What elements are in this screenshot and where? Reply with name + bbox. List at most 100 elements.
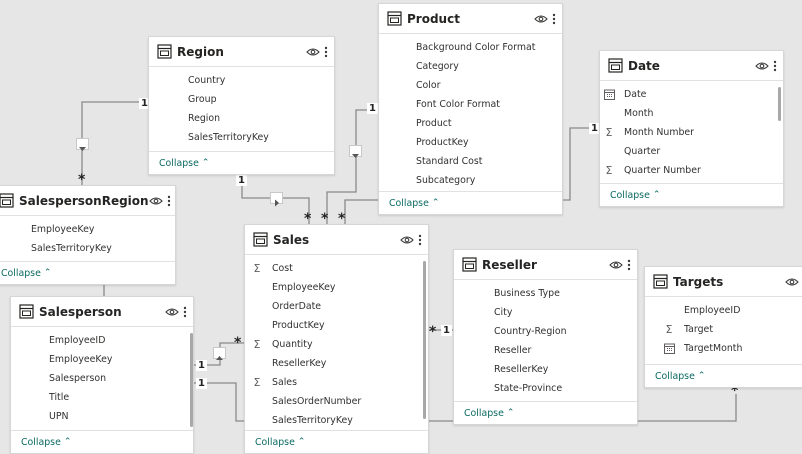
table-header[interactable]: Reseller	[454, 250, 637, 280]
collapse-link[interactable]: Collapse ⌃	[11, 430, 193, 453]
field-row[interactable]: Month	[600, 104, 783, 123]
visibility-eye-icon[interactable]	[755, 61, 773, 71]
table-header[interactable]: Salesperson	[11, 297, 193, 327]
field-row[interactable]: Country	[149, 71, 334, 90]
field-row[interactable]: Country-Region	[454, 322, 637, 341]
scrollbar-thumb[interactable]	[423, 261, 426, 419]
more-options-icon[interactable]	[167, 195, 171, 207]
scrollbar-thumb[interactable]	[778, 87, 781, 121]
chevron-up-icon: ⌃	[652, 190, 661, 200]
field-name: EmployeeKey	[49, 354, 113, 365]
table-card-product[interactable]: Product Background Color Format Category Co…	[378, 3, 563, 215]
field-row[interactable]: Σ Cost	[245, 259, 428, 278]
field-row[interactable]: Color	[379, 76, 562, 95]
field-row[interactable]: Σ Month Number	[600, 123, 783, 142]
cardinality-one: 1	[196, 360, 207, 371]
field-row[interactable]: EmployeeKey	[11, 350, 193, 369]
visibility-eye-icon[interactable]	[400, 235, 418, 245]
field-row[interactable]: Business Type	[454, 284, 637, 303]
field-row[interactable]: Category	[379, 57, 562, 76]
field-row[interactable]: Quarter	[600, 142, 783, 161]
field-row[interactable]: State-Province	[454, 379, 637, 398]
table-card-salesperson-region[interactable]: SalespersonRegion EmployeeKey SalesTerrito…	[0, 185, 176, 285]
field-name: Font Color Format	[416, 99, 500, 110]
field-row[interactable]: Σ Sales	[245, 373, 428, 392]
field-row[interactable]: SalesTerritoryKey	[0, 239, 175, 258]
table-card-region[interactable]: Region Country Group Region SalesTerritoryKe…	[148, 36, 335, 175]
more-options-icon[interactable]	[773, 60, 777, 72]
field-row[interactable]: SalesTerritoryKey	[245, 411, 428, 430]
field-row[interactable]: Subcategory	[379, 171, 562, 190]
field-row[interactable]: EmployeeKey	[245, 278, 428, 297]
table-title: SalespersonRegion	[19, 193, 149, 208]
field-row[interactable]: Font Color Format	[379, 95, 562, 114]
field-row[interactable]: Reseller	[454, 341, 637, 360]
field-row[interactable]: TargetMonth	[645, 339, 802, 358]
more-options-icon[interactable]	[324, 46, 328, 58]
table-card-reseller[interactable]: Reseller Business Type City Country-Region R…	[453, 249, 638, 425]
table-header[interactable]: SalespersonRegion	[0, 186, 175, 216]
field-row[interactable]: Product	[379, 114, 562, 133]
visibility-eye-icon[interactable]	[148, 196, 167, 206]
cardinality-one: 1	[196, 378, 207, 389]
field-row[interactable]: SalesOrderNumber	[245, 392, 428, 411]
more-options-icon[interactable]	[183, 306, 187, 318]
field-row[interactable]: Standard Cost	[379, 152, 562, 171]
field-row[interactable]: ProductKey	[379, 133, 562, 152]
visibility-eye-icon[interactable]	[785, 277, 802, 287]
field-name: EmployeeKey	[31, 224, 95, 235]
field-row[interactable]: UPN	[11, 407, 193, 426]
table-card-sales[interactable]: Sales Σ Cost EmployeeKey OrderDate ProductKey…	[244, 224, 429, 454]
field-name: ResellerKey	[494, 364, 549, 375]
collapse-link[interactable]: Collapse ⌃	[600, 183, 783, 206]
field-row[interactable]: Title	[11, 388, 193, 407]
table-header[interactable]: Targets	[645, 267, 802, 297]
field-row[interactable]: EmployeeID	[11, 331, 193, 350]
field-name: Standard Cost	[416, 156, 483, 167]
field-row[interactable]: SalesTerritoryKey	[149, 128, 334, 147]
more-options-icon[interactable]	[418, 234, 422, 246]
more-options-icon[interactable]	[552, 13, 556, 25]
collapse-link[interactable]: Collapse ⌃	[379, 191, 562, 214]
visibility-eye-icon[interactable]	[306, 47, 324, 57]
field-row[interactable]: Background Color Format	[379, 38, 562, 57]
field-row[interactable]: Region	[149, 109, 334, 128]
field-row[interactable]: OrderDate	[245, 297, 428, 316]
more-options-icon[interactable]	[627, 259, 631, 271]
field-name: Month Number	[624, 127, 695, 138]
field-row[interactable]: Group	[149, 90, 334, 109]
field-row[interactable]: ProductKey	[245, 316, 428, 335]
table-header[interactable]: Date	[600, 51, 783, 81]
filter-direction-arrow	[213, 347, 226, 360]
rel-region-salespersonregion[interactable]	[81, 101, 148, 186]
field-row[interactable]: City	[454, 303, 637, 322]
table-card-targets[interactable]: Targets EmployeeID Σ Target TargetMonth Colla…	[644, 266, 802, 388]
collapse-link[interactable]: Collapse ⌃	[0, 261, 175, 284]
field-row[interactable]: EmployeeID	[645, 301, 802, 320]
field-row[interactable]: Salesperson	[11, 369, 193, 388]
table-header[interactable]: Sales	[245, 225, 428, 255]
collapse-link[interactable]: Collapse ⌃	[245, 430, 428, 453]
field-row[interactable]: Σ Target	[645, 320, 802, 339]
table-card-date[interactable]: Date Date Month Σ Month Number Quarter Σ Quarte…	[599, 50, 784, 207]
visibility-eye-icon[interactable]	[165, 307, 183, 317]
scrollbar-thumb[interactable]	[190, 333, 193, 427]
chevron-up-icon: ⌃	[63, 437, 72, 447]
visibility-eye-icon[interactable]	[609, 260, 627, 270]
field-row[interactable]: Σ Quantity	[245, 335, 428, 354]
sigma-icon: Σ	[253, 338, 261, 351]
collapse-label: Collapse	[21, 436, 61, 448]
collapse-link[interactable]: Collapse ⌃	[149, 151, 334, 174]
collapse-link[interactable]: Collapse ⌃	[454, 401, 637, 424]
field-row[interactable]: EmployeeKey	[0, 220, 175, 239]
field-row[interactable]: ResellerKey	[245, 354, 428, 373]
visibility-eye-icon[interactable]	[534, 14, 552, 24]
table-header[interactable]: Region	[149, 37, 334, 67]
chevron-up-icon: ⌃	[43, 268, 52, 278]
table-card-salesperson[interactable]: Salesperson EmployeeID EmployeeKey Salesper…	[10, 296, 194, 454]
field-row[interactable]: ResellerKey	[454, 360, 637, 379]
field-row[interactable]: Σ Quarter Number	[600, 161, 783, 180]
table-header[interactable]: Product	[379, 4, 562, 34]
field-row[interactable]: Date	[600, 85, 783, 104]
collapse-link[interactable]: Collapse ⌃	[645, 364, 802, 387]
